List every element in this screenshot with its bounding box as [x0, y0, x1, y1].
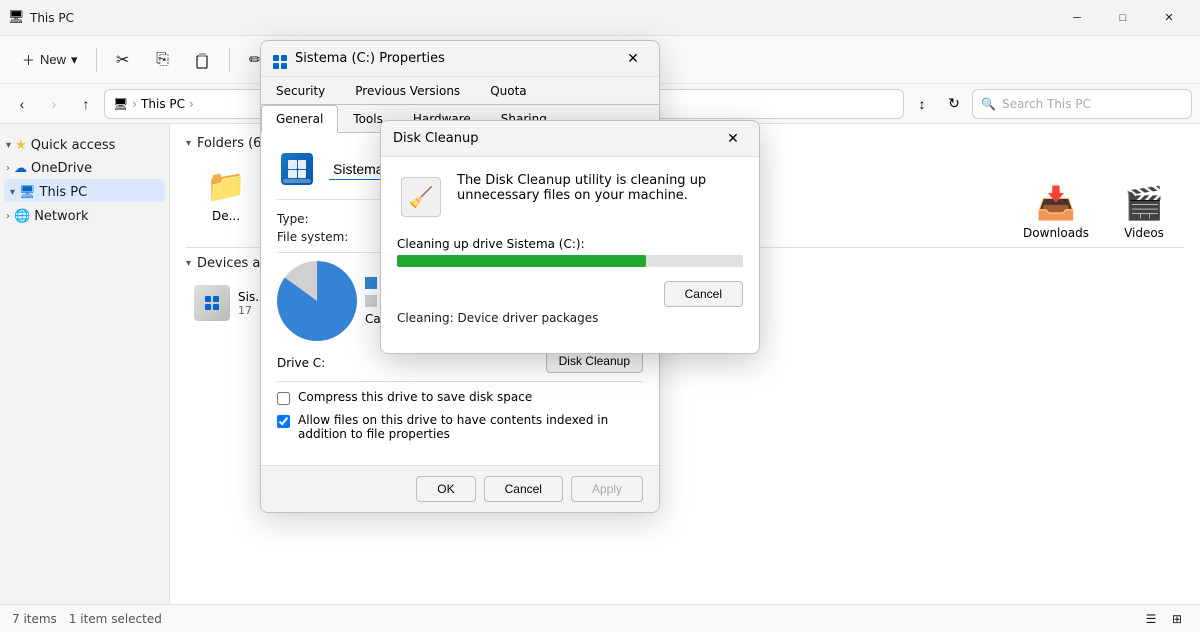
properties-tabs-row1: Security Previous Versions Quota	[261, 77, 659, 105]
free-color-box	[365, 295, 377, 307]
cleanup-progress-label: Cleaning up drive Sistema (C:):	[397, 237, 743, 251]
cleanup-title: Disk Cleanup	[393, 131, 719, 146]
properties-close-button[interactable]: ✕	[619, 45, 647, 73]
compress-checkbox-row: Compress this drive to save disk space	[277, 390, 643, 405]
properties-title: Sistema (C:) Properties	[295, 51, 619, 66]
cleaning-label: Cleaning:	[397, 311, 454, 325]
cleanup-icon: 🧹	[401, 177, 441, 217]
tab-security[interactable]: Security	[261, 77, 340, 105]
index-checkbox[interactable]	[277, 415, 290, 428]
properties-dialog-buttons: OK Cancel Apply	[261, 465, 659, 512]
progress-bar-fill	[397, 255, 646, 267]
filesystem-label: File system:	[277, 230, 387, 244]
tab-general[interactable]: General	[261, 105, 338, 133]
cleanup-cancel-button[interactable]: Cancel	[664, 281, 743, 307]
cleanup-progress-area: Cleaning up drive Sistema (C:): Cancel C…	[397, 237, 743, 325]
tab-quota[interactable]: Quota	[475, 77, 541, 105]
cancel-button[interactable]: Cancel	[484, 476, 563, 502]
tab-previous-versions[interactable]: Previous Versions	[340, 77, 475, 105]
dialog-overlay: Sistema (C:) Properties ✕ Security Previ…	[0, 0, 1200, 632]
properties-title-icon	[273, 49, 287, 69]
cleanup-cancel-row: Cancel	[397, 273, 743, 311]
cleanup-description: The Disk Cleanup utility is cleaning up …	[457, 173, 743, 221]
index-label: Allow files on this drive to have conten…	[298, 413, 643, 441]
properties-title-bar: Sistema (C:) Properties ✕	[261, 41, 659, 77]
cleaning-item: Device driver packages	[457, 311, 598, 325]
apply-button[interactable]: Apply	[571, 476, 643, 502]
used-color-box	[365, 277, 377, 289]
progress-bar-background	[397, 255, 743, 267]
compress-checkbox[interactable]	[277, 392, 290, 405]
ok-button[interactable]: OK	[416, 476, 475, 502]
index-checkbox-row: Allow files on this drive to have conten…	[277, 413, 643, 441]
cleanup-title-bar: Disk Cleanup ✕	[381, 121, 759, 157]
cleanup-dialog: Disk Cleanup ✕ 🧹 The Disk Cleanup utilit…	[380, 120, 760, 354]
prop-divider-2	[277, 381, 643, 382]
cleanup-header: 🧹 The Disk Cleanup utility is cleaning u…	[397, 173, 743, 221]
disk-pie-chart	[277, 261, 357, 341]
drive-icon-area	[277, 149, 317, 189]
compress-label: Compress this drive to save disk space	[298, 390, 532, 404]
type-label: Type:	[277, 212, 387, 226]
drive-label: Drive C:	[277, 356, 325, 370]
drive-icon	[281, 153, 313, 185]
cleanup-close-button[interactable]: ✕	[719, 125, 747, 153]
cleanup-icon-area: 🧹	[397, 173, 445, 221]
cleanup-content: 🧹 The Disk Cleanup utility is cleaning u…	[381, 157, 759, 353]
cleanup-cleaning-info: Cleaning: Device driver packages	[397, 311, 743, 325]
